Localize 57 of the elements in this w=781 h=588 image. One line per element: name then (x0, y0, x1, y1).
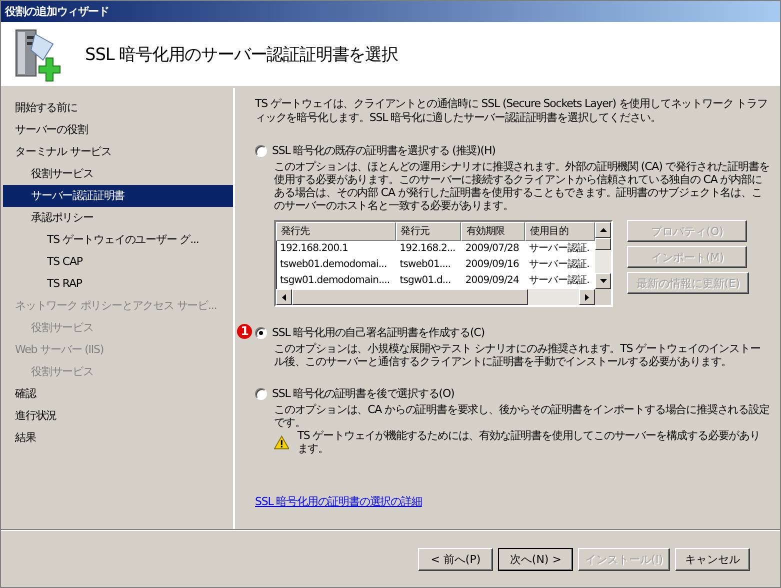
option-description: このオプションは、ほとんどの運用シナリオに推奨されます。外部の証明機関 (CA) で発行された証明書を使用する必要があります。このサーバーに接続するクライアントから信頼されている独自の CA が内部にある場合は、その内部 CA が発行した証明書を使用することもできます。証明書のサブジェクト名は、このサーバーのホスト名と一致する必要があります。 (274, 160, 770, 212)
table-cell-text: tsgw01.d... (398, 274, 452, 288)
table-cell-text: tsweb01.demodomai... (279, 258, 388, 272)
radio-label[interactable]: SSL 暗号化用の自己署名証明書を作成する(C) (272, 325, 484, 340)
right-arrow-icon[interactable] (585, 294, 590, 300)
sidebar-step[interactable]: サーバー認証証明書 (3, 185, 233, 207)
table-cell-text: 192.168.200.1 (279, 242, 349, 256)
callout-badge: 1 (237, 324, 252, 339)
table-cell-text: 2009/07/28 (464, 242, 520, 256)
scrollbar-thumb[interactable] (292, 289, 528, 305)
table-cell-text: 2009/09/16 (464, 258, 520, 272)
column-header[interactable]: 使用目的 (524, 222, 596, 241)
table-cell-text: サーバー認証. (528, 258, 590, 272)
radio-label[interactable]: SSL 暗号化の証明書を後で選択する(O) (272, 386, 454, 401)
sidebar-step[interactable]: ターミナル サービス (3, 141, 233, 163)
warning-icon (274, 434, 290, 450)
page-heading: SSL 暗号化用のサーバー認証証明書を選択 (85, 44, 398, 66)
sidebar-step[interactable]: TS RAP (3, 273, 233, 295)
left-arrow-icon[interactable] (282, 294, 286, 300)
up-arrow-icon[interactable] (600, 228, 607, 232)
column-header[interactable]: 発行先 (276, 222, 396, 241)
radio-button[interactable] (255, 326, 267, 338)
sidebar-step[interactable]: 承認ポリシー (3, 207, 233, 229)
sidebar-step[interactable]: 進行状況 (3, 405, 233, 427)
sidebar-step[interactable]: 役割サービス (3, 163, 233, 185)
intro-text: TS ゲートウェイは、クライアントとの通信時に SSL (Secure Sockets Layer) を使用してネットワーク トラフィックを暗号化します。SSL 暗号化に適したサーバー認証証明書を選択してください。 (255, 97, 768, 125)
radio-button[interactable] (255, 388, 267, 400)
scrollbar-thumb[interactable] (595, 238, 612, 250)
sidebar-step[interactable]: TS CAP (3, 251, 233, 273)
horizontal-scrollbar[interactable] (276, 289, 596, 305)
table-cell-text: サーバー認証. (528, 242, 590, 256)
vertical-scrollbar[interactable] (595, 222, 612, 289)
table-cell-text: tsweb01.... (398, 258, 452, 272)
option-description: このオプションは、小規模な展開やテスト シナリオにのみ推奨されます。TS ゲートウェイのインストール後、このサーバーと通信するクライアントに証明書を手動でインストールする必要があります。 (274, 342, 762, 368)
sidebar-step[interactable]: サーバーの役割 (3, 119, 233, 141)
option-description: このオプションは、CA からの証明書を要求し、後からその証明書をインポートする場合に推奨される設定です。 (274, 403, 770, 429)
column-header[interactable]: 発行元 (396, 222, 462, 241)
sidebar-step[interactable]: 結果 (3, 427, 233, 449)
table-cell-text: 2009/09/24 (464, 274, 520, 288)
column-header[interactable]: 有効期限 (461, 222, 525, 241)
sidebar-step[interactable]: 開始する前に (3, 97, 233, 119)
radio-button[interactable] (255, 144, 267, 156)
help-link[interactable]: SSL 暗号化用の証明書の選択の詳細 (255, 494, 422, 509)
table-cell-text: 192.168.2... (398, 242, 456, 256)
table-cell-text: サーバー認証. (528, 274, 590, 288)
window-title: 役割の追加ウィザード (1, 1, 780, 22)
sidebar-step[interactable]: 確認 (3, 383, 233, 405)
warning-text: TS ゲートウェイが機能するためには、有効な証明書を使用してこのサーバーを構成する必要があります。 (297, 429, 761, 455)
wizard-button[interactable]: 次へ(N) > (498, 548, 574, 570)
wizard-button[interactable]: キャンセル (675, 548, 750, 570)
table-cell-text: tsgw01.demodomain.... (279, 274, 391, 288)
sidebar-step[interactable]: TS ゲートウェイのユーザー グ... (3, 229, 233, 251)
scrollbar-corner (595, 289, 612, 305)
radio-label[interactable]: SSL 暗号化の既存の証明書を選択する (推奨)(H) (272, 143, 496, 158)
certificate-list[interactable]: 発行先 発行元 有効期限 使用目的 192.168.200.1 192.168.2... 2009/07/28 サーバー認証. tsweb01.demodomai... tsweb01.... 2009/09/16 サーバー認証. tsgw01.demodomain.... tsgw01.d... 2009/09/24 サーバー認証. (274, 220, 614, 307)
down-arrow-icon[interactable] (600, 279, 607, 283)
wizard-button[interactable]: < 前へ(P) (418, 548, 494, 570)
